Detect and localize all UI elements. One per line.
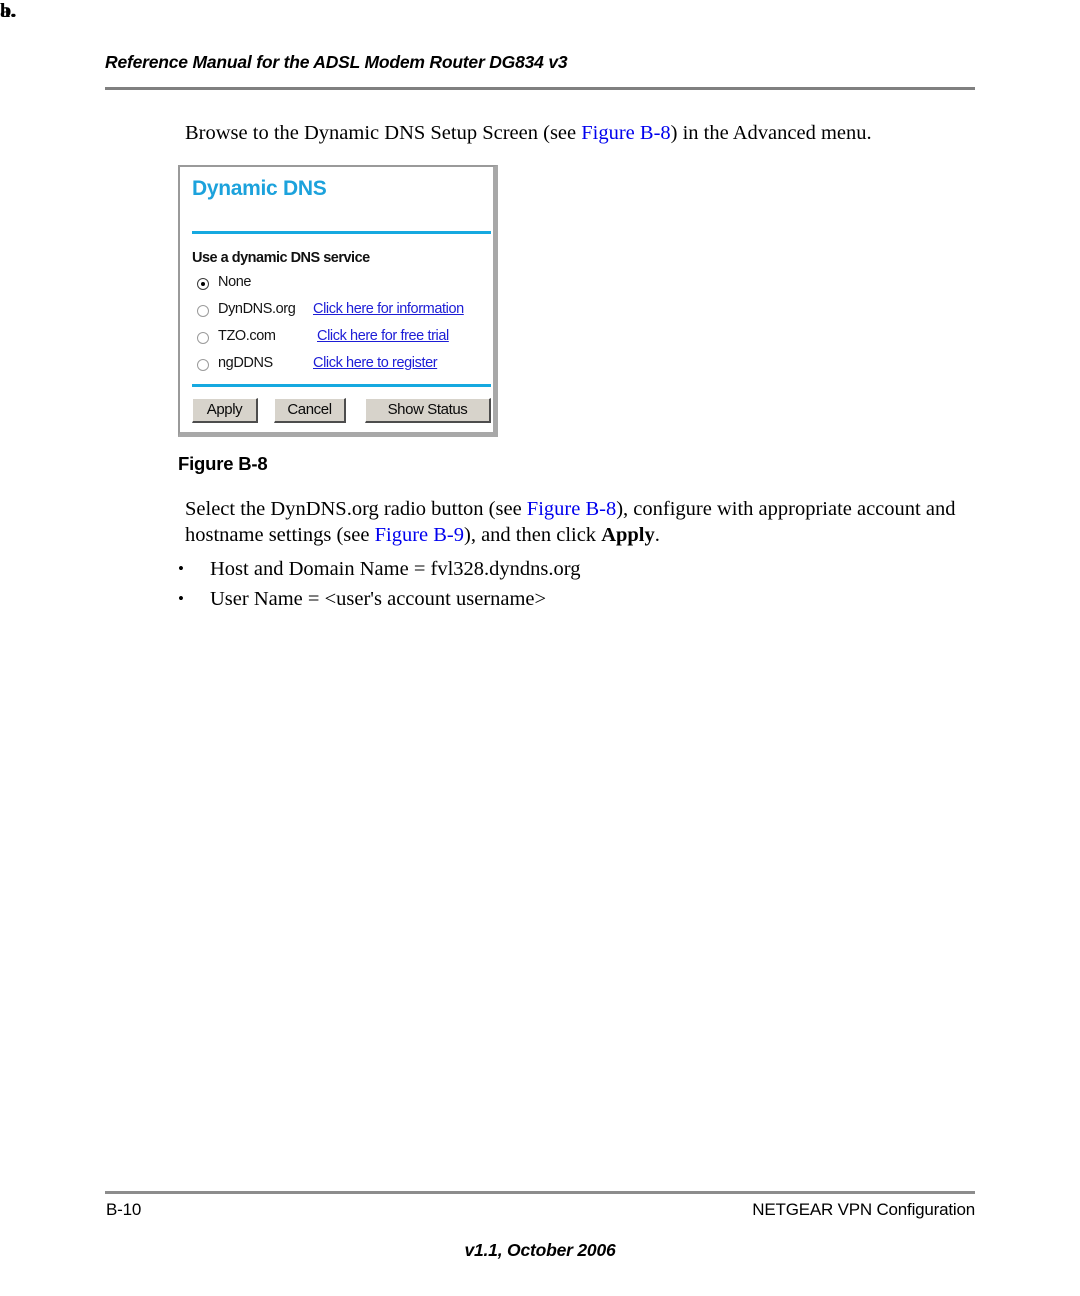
ngddns-register-link[interactable]: Click here to register [313, 355, 438, 371]
radio-label-ngddns: ngDDNS [218, 355, 273, 371]
figure-caption: Figure B-8 [178, 453, 268, 474]
radio-button-ngddns-icon[interactable] [197, 359, 209, 371]
dialog-title: Dynamic DNS [192, 177, 327, 200]
step-a-figure-link[interactable]: Figure B-8 [581, 122, 670, 144]
step-b-label: b. [0, 0, 17, 22]
step-b-text: Select the DynDNS.org radio button (see … [185, 496, 985, 548]
radio-label-none: None [218, 274, 252, 290]
dyndns-info-link[interactable]: Click here for information [313, 301, 464, 317]
dialog-section-label: Use a dynamic DNS service [192, 250, 370, 266]
radio-label-dyndns: DynDNS.org [218, 301, 296, 317]
step-b-part4: . [654, 524, 660, 546]
list-item: • Host and Domain Name = fvl328.dyndns.o… [178, 554, 938, 584]
bullet-marker-icon: • [178, 559, 184, 578]
dynamic-dns-dialog: Dynamic DNS Use a dynamic DNS service No… [178, 165, 498, 437]
footer-divider [105, 1191, 975, 1194]
footer-section-title: NETGEAR VPN Configuration [752, 1200, 975, 1219]
list-item: • User Name = <user's account username> [178, 584, 938, 614]
bullet-text-username: User Name = <user's account username> [210, 588, 547, 610]
radio-label-tzo: TZO.com [218, 328, 276, 344]
page-header-title: Reference Manual for the ADSL Modem Rout… [105, 52, 568, 72]
settings-bullet-list: • Host and Domain Name = fvl328.dyndns.o… [178, 554, 938, 614]
radio-button-dyndns-icon[interactable] [197, 305, 209, 317]
dialog-top-rule [192, 231, 491, 234]
footer-page-number: B-10 [106, 1200, 142, 1219]
header-divider [105, 87, 975, 90]
step-b-apply-emphasis: Apply [601, 524, 655, 546]
apply-button[interactable]: Apply [192, 398, 258, 423]
step-b-part3: ), and then click [464, 524, 602, 546]
bullet-marker-icon: • [178, 589, 184, 608]
dialog-body: Dynamic DNS Use a dynamic DNS service No… [180, 167, 493, 432]
bullet-text-host: Host and Domain Name = fvl328.dyndns.org [210, 558, 581, 580]
step-a-text-after: ) in the Advanced menu. [670, 122, 872, 144]
step-a-text-before: Browse to the Dynamic DNS Setup Screen (… [185, 122, 582, 144]
radio-button-tzo-icon[interactable] [197, 332, 209, 344]
radio-button-none-icon[interactable] [197, 278, 209, 290]
step-b-part1: Select the DynDNS.org radio button (see [185, 498, 527, 520]
footer-version: v1.1, October 2006 [464, 1240, 616, 1260]
tzo-free-trial-link[interactable]: Click here for free trial [317, 328, 449, 344]
dialog-bottom-rule [192, 384, 491, 387]
show-status-button[interactable]: Show Status [365, 398, 491, 423]
step-a-text: Browse to the Dynamic DNS Setup Screen (… [185, 120, 985, 146]
step-b-figure-link-2[interactable]: Figure B-9 [375, 524, 464, 546]
step-b-figure-link-1[interactable]: Figure B-8 [527, 498, 616, 520]
cancel-button[interactable]: Cancel [274, 398, 346, 423]
